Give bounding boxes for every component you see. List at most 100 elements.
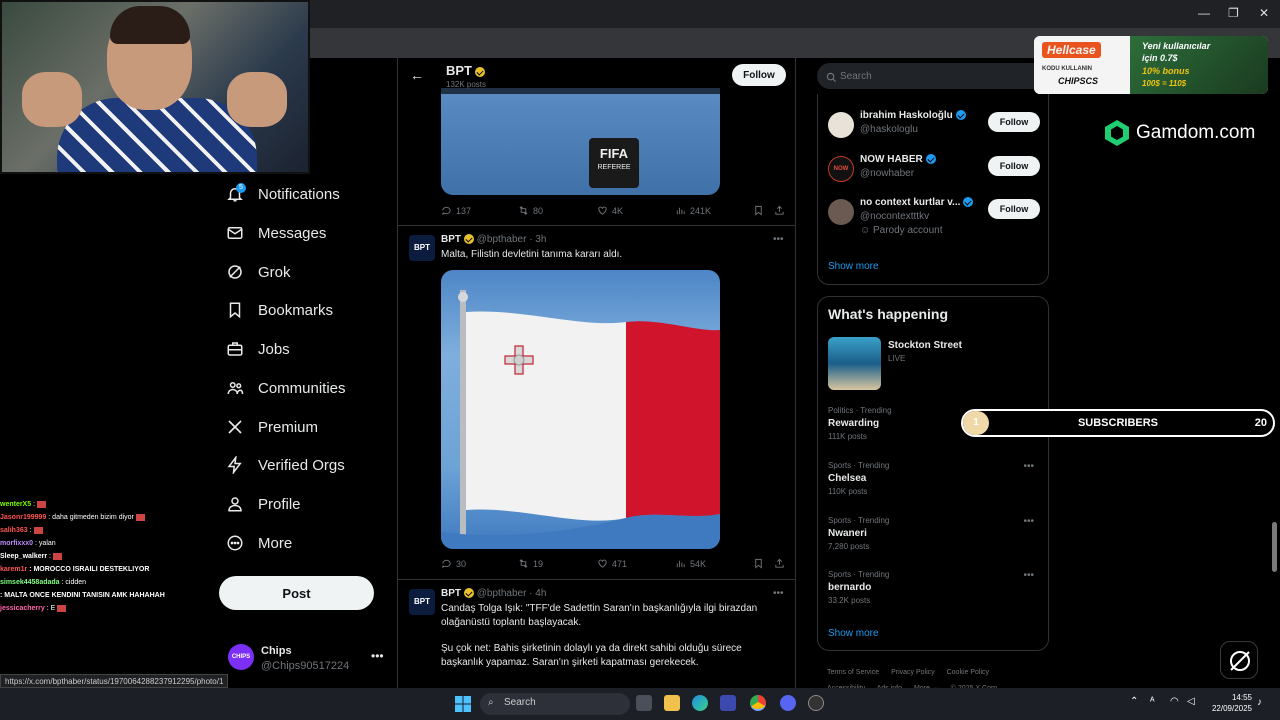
reply-button[interactable]: 30: [441, 558, 466, 569]
minimize-icon[interactable]: —: [1198, 6, 1210, 20]
chrome-icon[interactable]: [750, 695, 766, 711]
post-divider: [398, 579, 795, 580]
nav-premium[interactable]: Premium: [226, 412, 318, 442]
like-button[interactable]: 4K: [597, 205, 623, 216]
search-input[interactable]: [840, 64, 1030, 88]
avatar: [828, 199, 854, 225]
who-to-follow-item[interactable]: NOW NOW HABER @nowhaber Follow: [828, 152, 1040, 192]
taskbar-search[interactable]: ⌕ Search: [480, 693, 630, 715]
search-box[interactable]: [817, 63, 1049, 89]
timeline[interactable]: FIFA REFEREE ← BPT 132K posts Follow 137…: [397, 58, 796, 698]
discord-icon[interactable]: [780, 695, 796, 711]
post-count: 132K posts: [446, 80, 487, 89]
restore-icon[interactable]: ❐: [1228, 6, 1239, 20]
notification-bell-icon[interactable]: ♪: [1257, 697, 1262, 708]
trend-more-icon[interactable]: •••: [1023, 570, 1034, 581]
account-switcher[interactable]: CHIPS Chips @Chips90517224 •••: [228, 644, 388, 674]
chat-message: wenterX5 :: [0, 498, 215, 511]
trend-more-icon[interactable]: •••: [1023, 516, 1034, 527]
follow-button[interactable]: Follow: [732, 64, 786, 86]
grok-floating-button[interactable]: [1220, 641, 1258, 679]
trend-item[interactable]: Sports · Trending bernardo 33.2K posts •…: [828, 570, 1040, 605]
footer-link[interactable]: Cookie Policy: [947, 669, 989, 676]
scrollbar-thumb[interactable]: [1272, 522, 1277, 572]
share-button[interactable]: [774, 205, 789, 216]
whats-happening: What's happening Stockton Street LIVE Po…: [817, 296, 1049, 651]
file-explorer-icon[interactable]: [664, 695, 680, 711]
whats-happening-title: What's happening: [828, 306, 948, 322]
post-time[interactable]: · 4h: [529, 588, 546, 599]
show-more-link[interactable]: Show more: [828, 261, 879, 272]
repost-count: 19: [533, 558, 544, 569]
communities-icon: [227, 382, 244, 395]
who-to-follow-item[interactable]: no context kurtlar v... @nocontextttkv ☺…: [828, 195, 1040, 245]
post-handle[interactable]: @bpthaber: [477, 234, 527, 245]
post-time[interactable]: · 3h: [529, 234, 546, 245]
nav-more[interactable]: More: [226, 528, 292, 558]
trend-category: Sports · Trending: [828, 516, 890, 525]
post-avatar[interactable]: BPT: [409, 589, 435, 615]
language-icon[interactable]: ᴬ: [1150, 696, 1155, 707]
footer-link[interactable]: Terms of Service: [827, 669, 879, 676]
bookmark-button[interactable]: [753, 558, 768, 569]
post-divider: [398, 225, 795, 226]
nav-notifications-label: Notifications: [258, 185, 340, 203]
follow-button[interactable]: Follow: [988, 156, 1040, 176]
volume-icon[interactable]: ◁: [1187, 696, 1195, 707]
back-arrow-icon[interactable]: ←: [410, 67, 424, 83]
post-author[interactable]: BPT: [441, 234, 461, 245]
post-avatar[interactable]: BPT: [409, 235, 435, 261]
show-more-link[interactable]: Show more: [828, 628, 879, 639]
briefcase-icon: [227, 342, 243, 356]
post-more-icon[interactable]: •••: [773, 588, 784, 599]
trend-item[interactable]: Sports · Trending Chelsea 110K posts •••: [828, 461, 1040, 496]
post-more-icon[interactable]: •••: [773, 234, 784, 245]
hellcase-ad-left: Hellcase KODU KULLANIN CHIPSCS: [1034, 36, 1130, 94]
post-media-referee[interactable]: FIFA REFEREE: [441, 88, 720, 195]
like-button[interactable]: 471: [597, 558, 627, 569]
store-icon[interactable]: [720, 695, 736, 711]
repost-button[interactable]: 19: [518, 558, 543, 569]
taskbar-search-text: Search: [504, 697, 536, 708]
post-handle[interactable]: @bpthaber: [477, 588, 527, 599]
nav-profile[interactable]: Profile: [226, 489, 301, 519]
bookmark-button[interactable]: [753, 205, 768, 216]
nav-communities[interactable]: Communities: [226, 373, 346, 403]
trend-item[interactable]: Sports · Trending Nwaneri 7,280 posts ••…: [828, 516, 1040, 551]
nav-grok[interactable]: Grok: [226, 257, 291, 287]
nav-jobs[interactable]: Jobs: [226, 334, 290, 364]
post-media-malta-flag[interactable]: [441, 270, 720, 549]
who-name-text: ibrahim Haskoloğlu: [860, 110, 953, 121]
app-icon[interactable]: [808, 695, 824, 711]
taskbar-time[interactable]: 14:55: [1210, 693, 1252, 702]
who-to-follow-item[interactable]: ibrahim Haskoloğlu @haskologlu Follow: [828, 108, 1040, 148]
reply-button[interactable]: 137: [441, 205, 471, 216]
trend-count: 33.2K posts: [828, 596, 871, 605]
share-button[interactable]: [774, 558, 789, 569]
hellcase-line-2: için 0.7$: [1142, 53, 1178, 63]
live-event[interactable]: Stockton Street LIVE: [828, 337, 1040, 391]
follow-button[interactable]: Follow: [988, 112, 1040, 132]
nav-messages[interactable]: Messages: [226, 218, 326, 248]
close-icon[interactable]: ✕: [1259, 6, 1269, 20]
chevron-up-icon[interactable]: ⌃: [1130, 696, 1138, 707]
trend-more-icon[interactable]: •••: [1023, 461, 1034, 472]
taskbar-date[interactable]: 22/09/2025: [1206, 704, 1252, 713]
verified-icon: [955, 110, 966, 121]
views-count: 54K: [690, 558, 707, 569]
views-button[interactable]: 54K: [675, 558, 706, 569]
nav-bookmarks[interactable]: Bookmarks: [226, 295, 333, 325]
account-more-icon[interactable]: •••: [371, 649, 384, 663]
task-view-icon[interactable]: [636, 695, 652, 711]
edge-icon[interactable]: [692, 695, 708, 711]
footer-link[interactable]: Privacy Policy: [891, 669, 935, 676]
repost-button[interactable]: 80: [518, 205, 543, 216]
follow-button[interactable]: Follow: [988, 199, 1040, 219]
heart-icon: [598, 206, 607, 215]
post-author[interactable]: BPT: [441, 588, 461, 599]
views-button[interactable]: 241K: [675, 205, 711, 216]
nav-verified-orgs[interactable]: Verified Orgs: [226, 450, 345, 480]
post-button[interactable]: Post: [219, 576, 374, 610]
windows-start-icon[interactable]: [455, 696, 471, 712]
wifi-icon[interactable]: ◠: [1170, 696, 1179, 707]
